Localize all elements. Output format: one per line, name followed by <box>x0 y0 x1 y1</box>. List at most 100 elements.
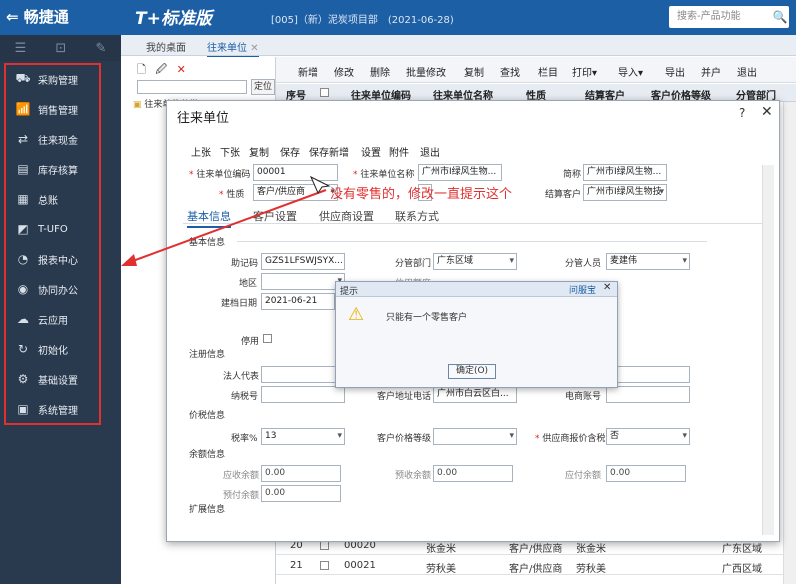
row-checkbox[interactable] <box>320 561 329 570</box>
list-toolbar-button[interactable]: 批量修改 <box>406 64 446 79</box>
incl-select[interactable]: 否 <box>606 428 690 445</box>
search-icon[interactable]: 🔍 <box>771 6 789 28</box>
rate-select[interactable]: 13 <box>261 428 345 445</box>
table-cell: 劳秋美 <box>426 564 456 575</box>
dialog-title: 往来单位 <box>177 111 230 126</box>
sidebar-item[interactable]: ◉ 协同办公 <box>8 274 98 304</box>
sidebar-item[interactable]: ⛟ 采购管理 <box>8 64 98 94</box>
app-logo[interactable]: ⇐ 畅捷通 <box>0 0 121 35</box>
list-toolbar-button[interactable]: 退出 <box>737 64 757 79</box>
dialog-toolbar-button[interactable]: 退出 <box>420 144 440 159</box>
type-select[interactable]: 客户/供应商 <box>253 184 338 201</box>
sidebar-item[interactable]: ▦ 总账 <box>8 184 98 214</box>
code-field[interactable]: 00001 <box>253 164 338 181</box>
list-toolbar-button[interactable]: 删除 <box>370 64 390 79</box>
list-toolbar-button[interactable]: 栏目 <box>538 64 558 79</box>
addr-field[interactable]: 广州市白云区白... <box>433 386 517 403</box>
list-toolbar-button[interactable]: 新增 <box>298 64 318 79</box>
tab-current[interactable]: 往来单位 ✕ <box>207 39 259 58</box>
code-label-text: 往来单位编码 <box>196 170 251 180</box>
section-basic: 基本信息 <box>189 238 226 248</box>
sidebar-item[interactable]: ⚙ 基础设置 <box>8 364 98 394</box>
locate-input[interactable] <box>137 80 247 94</box>
locate-button[interactable]: 定位 <box>251 79 275 95</box>
dialog-toolbar-button[interactable]: 下张 <box>220 144 240 159</box>
short-label: 简称 <box>563 170 582 180</box>
sidebar-item[interactable]: ☁ 云应用 <box>8 304 98 334</box>
staff-select[interactable]: 麦建伟 <box>606 253 690 270</box>
disabled-checkbox[interactable] <box>263 334 272 343</box>
sidebar-item[interactable]: ▣ 系统管理 <box>8 394 98 424</box>
dialog-tab[interactable]: 基本信息 <box>187 208 231 228</box>
logo-text: 畅捷通 <box>23 8 69 26</box>
list-toolbar-button[interactable]: 查找 <box>500 64 520 79</box>
table-row[interactable]: 21 00021 劳秋美 客户/供应商 劳秋美 广西区域 <box>276 556 796 575</box>
dialog-close-icon[interactable]: ✕ <box>761 104 773 120</box>
edit-doc-icon[interactable]: 🖉 <box>155 63 167 76</box>
dialog-tab[interactable]: 联系方式 <box>395 208 439 224</box>
exchange-icon: ⇄ <box>17 132 29 146</box>
list-toolbar-button[interactable]: 修改 <box>334 64 354 79</box>
date-field[interactable]: 2021-06-21 <box>261 293 335 310</box>
list-toolbar-button[interactable]: 复制 <box>464 64 484 79</box>
menu-toggle-icon[interactable]: ☰ <box>15 41 27 56</box>
back-arrow-icon[interactable]: ⇐ <box>6 8 24 26</box>
dept-select[interactable]: 广东区域 <box>433 253 517 270</box>
disabled-label: 停用 <box>241 337 260 347</box>
mnemonic-field[interactable]: GZS1LFSWJSYX... <box>261 253 345 270</box>
sidebar-item-label: 初始化 <box>38 345 68 357</box>
new-doc-icon[interactable]: 🗋 <box>137 63 146 76</box>
dialog-tab[interactable]: 客户设置 <box>253 208 297 224</box>
alert-help-link[interactable]: 问服宝 <box>569 283 596 296</box>
legal-field[interactable] <box>261 366 345 383</box>
row-checkbox[interactable] <box>320 541 329 550</box>
area-select[interactable] <box>261 273 345 290</box>
list-toolbar-button[interactable]: 导入▾ <box>618 64 643 79</box>
delete-icon[interactable]: ✕ <box>177 63 186 76</box>
dialog-scrollbar[interactable] <box>762 165 774 535</box>
ok-button[interactable]: 确定(O) <box>448 364 496 379</box>
price-select[interactable] <box>433 428 517 445</box>
dialog-toolbar-button[interactable]: 附件 <box>389 144 409 159</box>
help-icon[interactable]: ? <box>739 106 745 120</box>
edit-menu-icon[interactable]: ✎ <box>95 41 106 56</box>
dialog-toolbar-button[interactable]: 保存 <box>280 144 300 159</box>
list-toolbar-button[interactable]: 打印▾ <box>572 64 597 79</box>
sidebar-item[interactable]: ▤ 库存核算 <box>8 154 98 184</box>
sidebar-item[interactable]: ◩ T-UFO <box>8 214 98 244</box>
addr-label: 客户地址电话 <box>377 392 432 402</box>
warning-icon: ⚠ <box>348 304 365 325</box>
phone-field[interactable] <box>606 386 690 403</box>
search-menu-icon[interactable]: ⊡ <box>55 41 66 56</box>
sidebar-item[interactable]: 📶 销售管理 <box>8 94 98 124</box>
table-cell: 张金米 <box>426 544 456 555</box>
list-toolbar-button[interactable]: 并户 <box>701 64 721 79</box>
section-balance: 余额信息 <box>189 450 226 460</box>
alert-close-icon[interactable]: ✕ <box>603 282 611 293</box>
sidebar-item[interactable]: ↻ 初始化 <box>8 334 98 364</box>
taxno-field[interactable] <box>261 386 345 403</box>
reg-extra-field[interactable] <box>606 366 690 383</box>
close-icon[interactable]: ✕ <box>250 43 258 54</box>
ufo-icon: ◩ <box>17 222 29 236</box>
pane-tools: 🗋 🖉 ✕ <box>137 61 186 80</box>
sidebar-item[interactable]: ⇄ 往来现金 <box>8 124 98 154</box>
select-all-checkbox[interactable] <box>320 88 329 97</box>
dialog-toolbar-button[interactable]: 复制 <box>249 144 269 159</box>
name-field[interactable]: 广州市I绿风生物... <box>418 164 502 181</box>
type-label-text: 性质 <box>226 190 245 200</box>
rate-label: 税率% <box>231 434 258 444</box>
dialog-toolbar-button[interactable]: 设置 <box>361 144 381 159</box>
staff-label: 分管人员 <box>565 259 602 269</box>
dialog-toolbar-button[interactable]: 保存新增 <box>309 144 349 159</box>
dialog-tab[interactable]: 供应商设置 <box>319 208 374 224</box>
dialog-toolbar-button[interactable]: 上张 <box>191 144 211 159</box>
list-toolbar-button[interactable]: 导出 <box>665 64 685 79</box>
section-divider <box>237 241 707 242</box>
tab-home[interactable]: 我的桌面 <box>146 39 186 54</box>
sidebar-item[interactable]: ◔ 报表中心 <box>8 244 98 274</box>
list-scrollbar[interactable] <box>783 102 796 584</box>
settle-select[interactable]: 广州市I绿风生物技 <box>583 184 667 201</box>
short-field[interactable]: 广州市I绿风生物... <box>583 164 667 181</box>
sidebar-item-label: 云应用 <box>38 315 68 327</box>
